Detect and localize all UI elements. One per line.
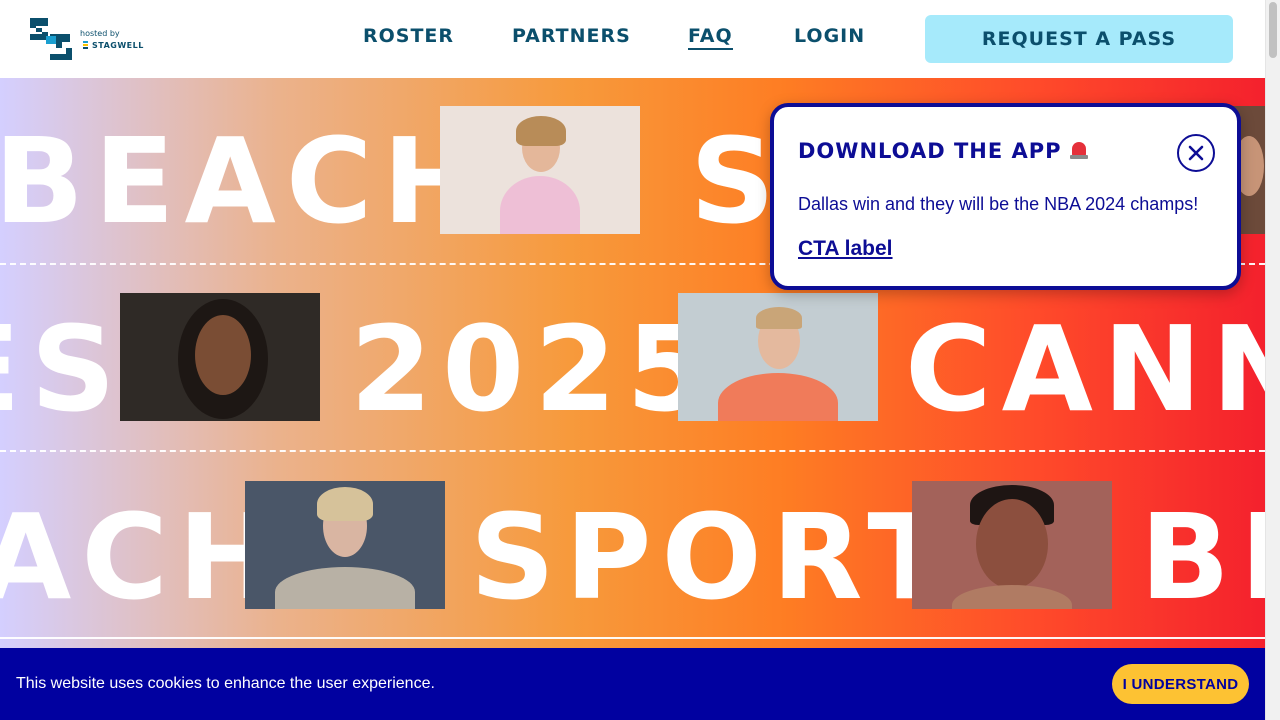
hosted-by-label: hosted by xyxy=(80,29,120,38)
man-smiling-photo xyxy=(912,481,1112,609)
hero-word-sport: SPORT xyxy=(470,488,958,626)
site-logo[interactable]: hosted by STAGWELL xyxy=(26,14,146,64)
popup-title-text: DOWNLOAD THE APP xyxy=(798,139,1062,163)
popup-title: DOWNLOAD THE APP xyxy=(798,139,1088,163)
scrollbar-thumb[interactable] xyxy=(1269,2,1277,58)
woman-pink-blazer-photo xyxy=(440,106,640,234)
siren-icon xyxy=(1069,140,1088,160)
popup-cta-link[interactable]: CTA label xyxy=(798,237,893,261)
nav-partners[interactable]: PARTNERS xyxy=(512,25,631,47)
cookie-banner: This website uses cookies to enhance the… xyxy=(0,648,1265,720)
hero-word-2025: 2025 xyxy=(350,300,719,438)
request-pass-button[interactable]: REQUEST A PASS xyxy=(925,15,1233,63)
nav-login[interactable]: LOGIN xyxy=(794,25,865,47)
cookie-accept-button[interactable]: I UNDERSTAND xyxy=(1112,664,1249,704)
stagwell-mark-icon xyxy=(83,41,88,50)
popup-close-button[interactable] xyxy=(1177,134,1215,172)
download-app-popup: DOWNLOAD THE APP Dallas win and they wil… xyxy=(770,103,1241,290)
sb-monogram-logo-icon xyxy=(30,18,72,60)
stagwell-brand: STAGWELL xyxy=(92,41,144,50)
popup-message: Dallas win and they will be the NBA 2024… xyxy=(798,194,1199,214)
nav-faq[interactable]: FAQ xyxy=(688,25,733,50)
page-scrollbar[interactable] xyxy=(1265,0,1280,720)
dashed-divider xyxy=(0,450,1265,452)
hero-word-beach: BEACH xyxy=(0,112,492,250)
nav-roster[interactable]: ROSTER xyxy=(363,25,454,47)
goalkeeper-photo xyxy=(678,293,878,421)
hero-word-be: BE xyxy=(1140,488,1265,626)
close-icon xyxy=(1188,145,1204,161)
bottom-divider xyxy=(0,637,1265,639)
woman-blonde-photo xyxy=(245,481,445,609)
cookie-message: This website uses cookies to enhance the… xyxy=(16,675,435,692)
hero-word-cann: CANN xyxy=(905,300,1265,438)
site-header: hosted by STAGWELL ROSTER PARTNERS FAQ L… xyxy=(0,0,1265,78)
hero-word-ach: ACH xyxy=(0,488,287,626)
hero-word-es: ES xyxy=(0,300,126,438)
woman-braids-photo xyxy=(120,293,320,421)
